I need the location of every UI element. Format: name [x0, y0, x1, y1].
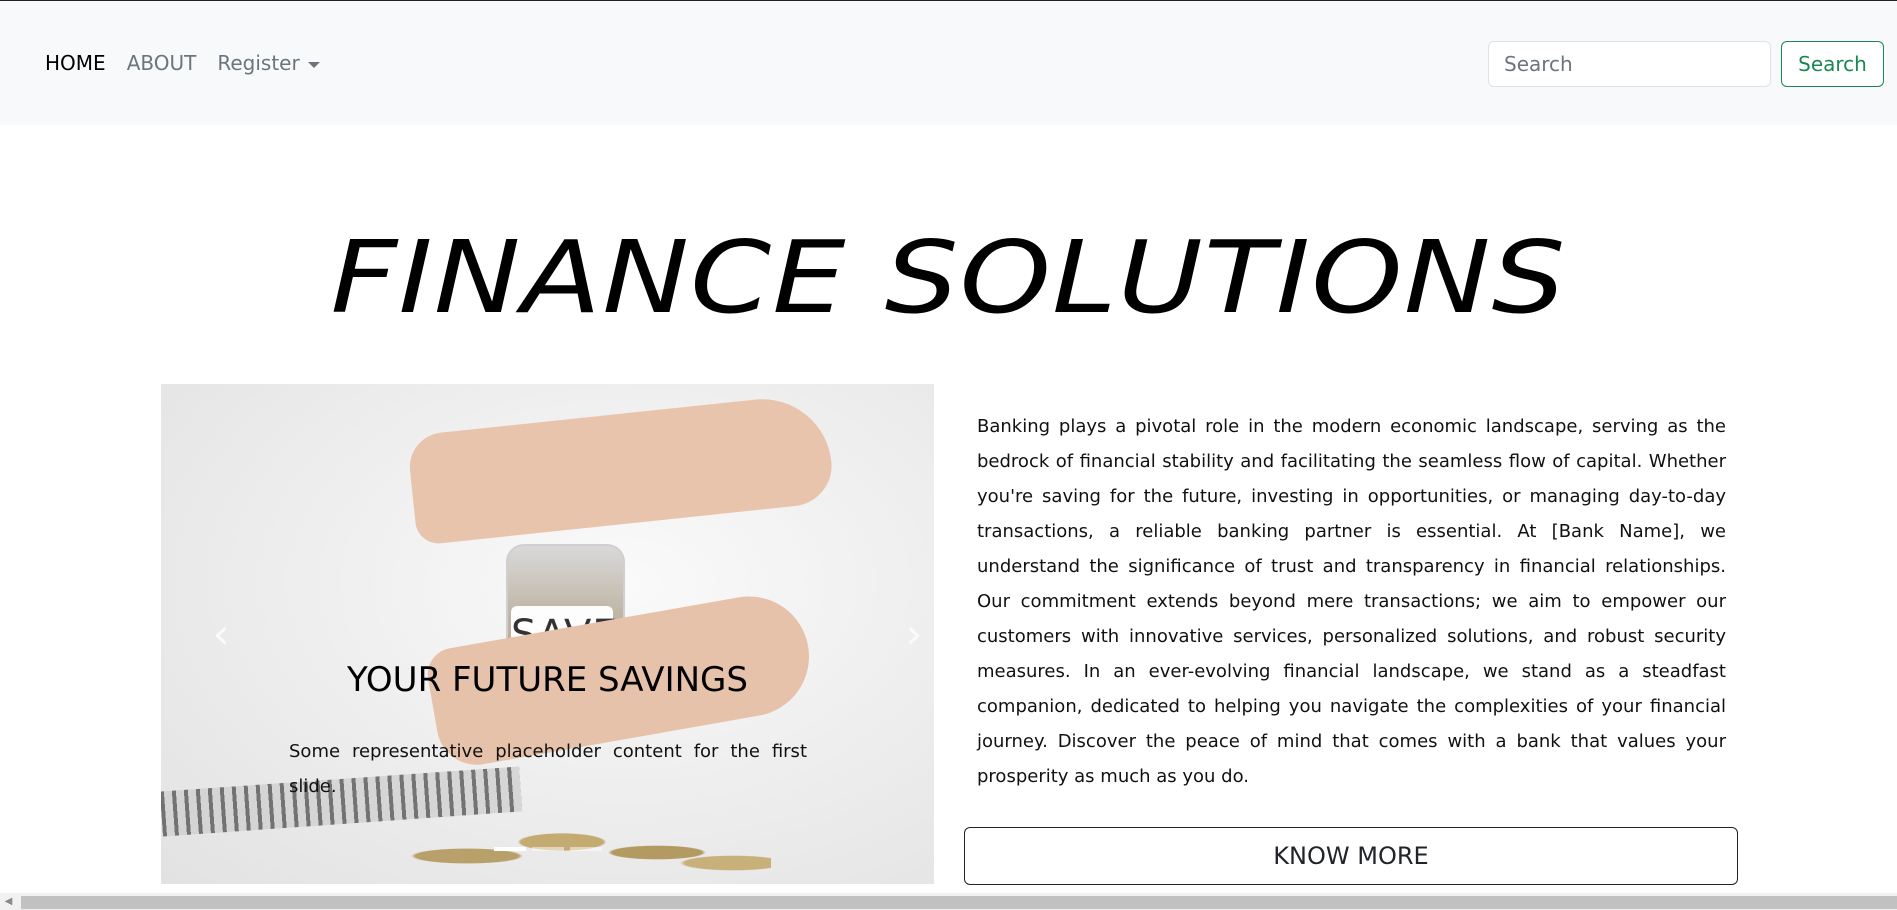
nav-item-about[interactable]: ABOUT [127, 51, 197, 75]
nav-links: HOME ABOUT Register [45, 51, 341, 75]
about-text: Banking plays a pivotal role in the mode… [977, 416, 1726, 787]
carousel-indicator[interactable] [569, 847, 602, 851]
carousel: SAVE ‹ › YOUR FUTURE SAVINGS Some repres… [161, 384, 934, 884]
caret-down-icon [307, 61, 320, 68]
search-input[interactable] [1488, 41, 1771, 87]
carousel-indicator[interactable] [493, 847, 526, 851]
scroll-left-arrow-icon[interactable]: ◀ [0, 893, 17, 910]
chevron-right-icon[interactable]: › [894, 609, 934, 659]
horizontal-scrollbar[interactable]: ◀ [0, 893, 1897, 910]
navbar: HOME ABOUT Register Search [0, 1, 1897, 125]
carousel-caption-text: Some representative placeholder content … [289, 741, 807, 797]
scrollbar-thumb[interactable] [21, 896, 1897, 909]
carousel-indicators [161, 847, 934, 851]
nav-item-home[interactable]: HOME [45, 51, 106, 75]
chevron-left-icon[interactable]: ‹ [201, 609, 241, 659]
search-button[interactable]: Search [1781, 41, 1884, 87]
register-label: Register [217, 51, 300, 75]
page-title: FINANCE SOLUTIONS [330, 219, 1567, 336]
nav-item-register-dropdown[interactable]: Register [217, 51, 320, 75]
carousel-indicator[interactable] [531, 847, 564, 851]
know-more-button[interactable]: KNOW MORE [964, 827, 1738, 885]
carousel-caption-title: YOUR FUTURE SAVINGS [347, 660, 748, 700]
